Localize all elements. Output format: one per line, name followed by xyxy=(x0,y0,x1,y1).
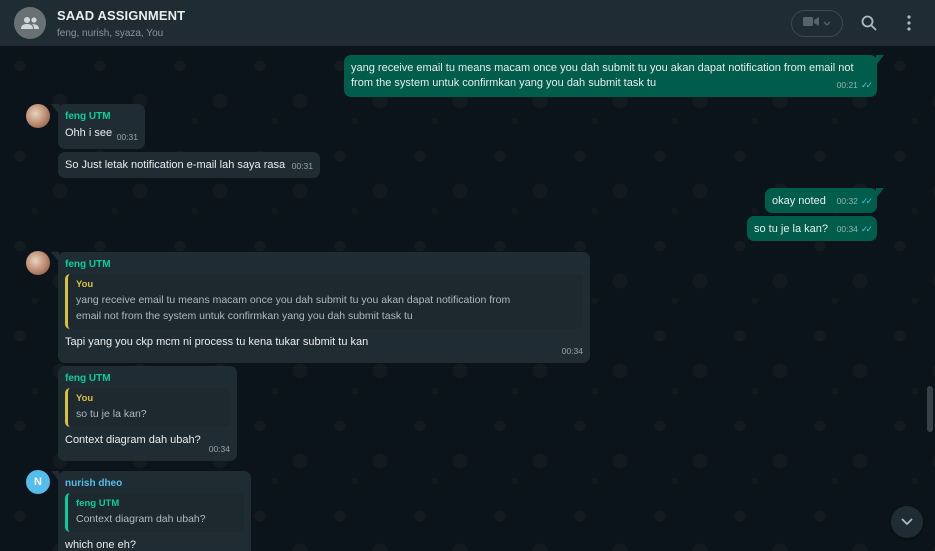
scroll-to-bottom-button[interactable] xyxy=(891,506,923,538)
sender-name[interactable]: feng UTM xyxy=(65,110,138,124)
message-bubble[interactable]: nurish dheo feng UTM Context diagram dah… xyxy=(51,471,251,551)
message-time: 00:31 xyxy=(116,132,138,142)
bubble-tail xyxy=(51,252,59,262)
quoted-message[interactable]: feng UTM Context diagram dah ubah? xyxy=(65,493,244,532)
quoted-message[interactable]: You so tu je la kan? xyxy=(65,388,230,427)
message-text: which one eh? xyxy=(65,539,136,551)
message-time: 00:32 xyxy=(836,196,858,206)
message-time: 00:34 xyxy=(208,444,230,454)
message-text: So Just letak notification e-mail lah sa… xyxy=(65,159,286,171)
message-bubble[interactable]: feng UTM You so tu je la kan? Context di… xyxy=(58,366,237,461)
chat-info[interactable]: SAAD ASSIGNMENT feng, nurish, syaza, You xyxy=(57,8,185,39)
quote-text: yang receive email tu means macam once y… xyxy=(76,294,511,322)
quote-author: You xyxy=(76,279,94,290)
chat-members: feng, nurish, syaza, You xyxy=(57,27,164,39)
read-ticks-icon: ✓✓ xyxy=(860,196,873,206)
message-meta: 00:34 xyxy=(209,442,230,457)
bubble-tail xyxy=(51,104,59,114)
message-text: Context diagram dah ubah? xyxy=(65,434,201,446)
bubble-tail xyxy=(876,188,884,198)
message-meta: 00:31 xyxy=(117,130,138,145)
scrollbar[interactable] xyxy=(927,386,933,432)
bubble-tail xyxy=(876,55,884,65)
avatar[interactable]: N xyxy=(26,470,50,494)
chevron-down-icon xyxy=(823,14,831,32)
message-bubble[interactable]: so tu je la kan? 00:34 ✓✓ xyxy=(747,216,877,241)
read-ticks-icon: ✓✓ xyxy=(860,80,873,90)
sender-name[interactable]: nurish dheo xyxy=(65,477,244,491)
group-avatar-icon[interactable] xyxy=(14,7,46,39)
read-ticks-icon: ✓✓ xyxy=(860,224,873,234)
video-call-button[interactable] xyxy=(791,9,843,37)
message-meta: 00:21 ✓✓ xyxy=(836,78,873,93)
message-bubble[interactable]: feng UTM Ohh i see 00:31 xyxy=(51,104,145,149)
message-time: 00:34 xyxy=(836,224,858,234)
chevron-down-icon xyxy=(901,513,913,531)
message-meta: 00:32 ✓✓ xyxy=(836,194,873,209)
quoted-message[interactable]: You yang receive email tu means macam on… xyxy=(65,274,583,329)
menu-icon[interactable] xyxy=(897,11,921,35)
message-text: Tapi yang you ckp mcm ni process tu kena… xyxy=(65,336,369,348)
message-bubble[interactable]: yang receive email tu means macam once y… xyxy=(344,55,884,97)
quote-author: feng UTM xyxy=(76,498,120,509)
message-meta: 00:34 xyxy=(562,344,583,359)
avatar[interactable] xyxy=(26,104,50,128)
message-text: yang receive email tu means macam once y… xyxy=(351,62,854,89)
quote-text: so tu je la kan? xyxy=(76,408,147,420)
message-meta: 00:34 ✓✓ xyxy=(836,222,873,237)
sender-name[interactable]: feng UTM xyxy=(65,258,583,272)
search-icon[interactable] xyxy=(857,11,881,35)
sender-name[interactable]: feng UTM xyxy=(65,372,230,386)
chat-header: SAAD ASSIGNMENT feng, nurish, syaza, You xyxy=(0,0,935,46)
message-time: 00:34 xyxy=(561,346,583,356)
avatar[interactable] xyxy=(26,251,50,275)
message-bubble[interactable]: feng UTM You yang receive email tu means… xyxy=(51,252,590,363)
message-bubble[interactable]: So Just letak notification e-mail lah sa… xyxy=(58,152,320,178)
quote-text: Context diagram dah ubah? xyxy=(76,513,206,525)
quote-author: You xyxy=(76,393,94,404)
video-call-icon xyxy=(803,14,819,32)
message-meta: 00:31 xyxy=(292,159,313,174)
chat-title: SAAD ASSIGNMENT xyxy=(57,7,186,23)
bubble-tail xyxy=(51,471,59,481)
message-time: 00:21 xyxy=(836,80,858,90)
chat-messages[interactable]: yang receive email tu means macam once y… xyxy=(0,46,935,551)
message-bubble[interactable]: okay noted 00:32 ✓✓ xyxy=(765,188,884,213)
message-time: 00:31 xyxy=(291,161,313,171)
